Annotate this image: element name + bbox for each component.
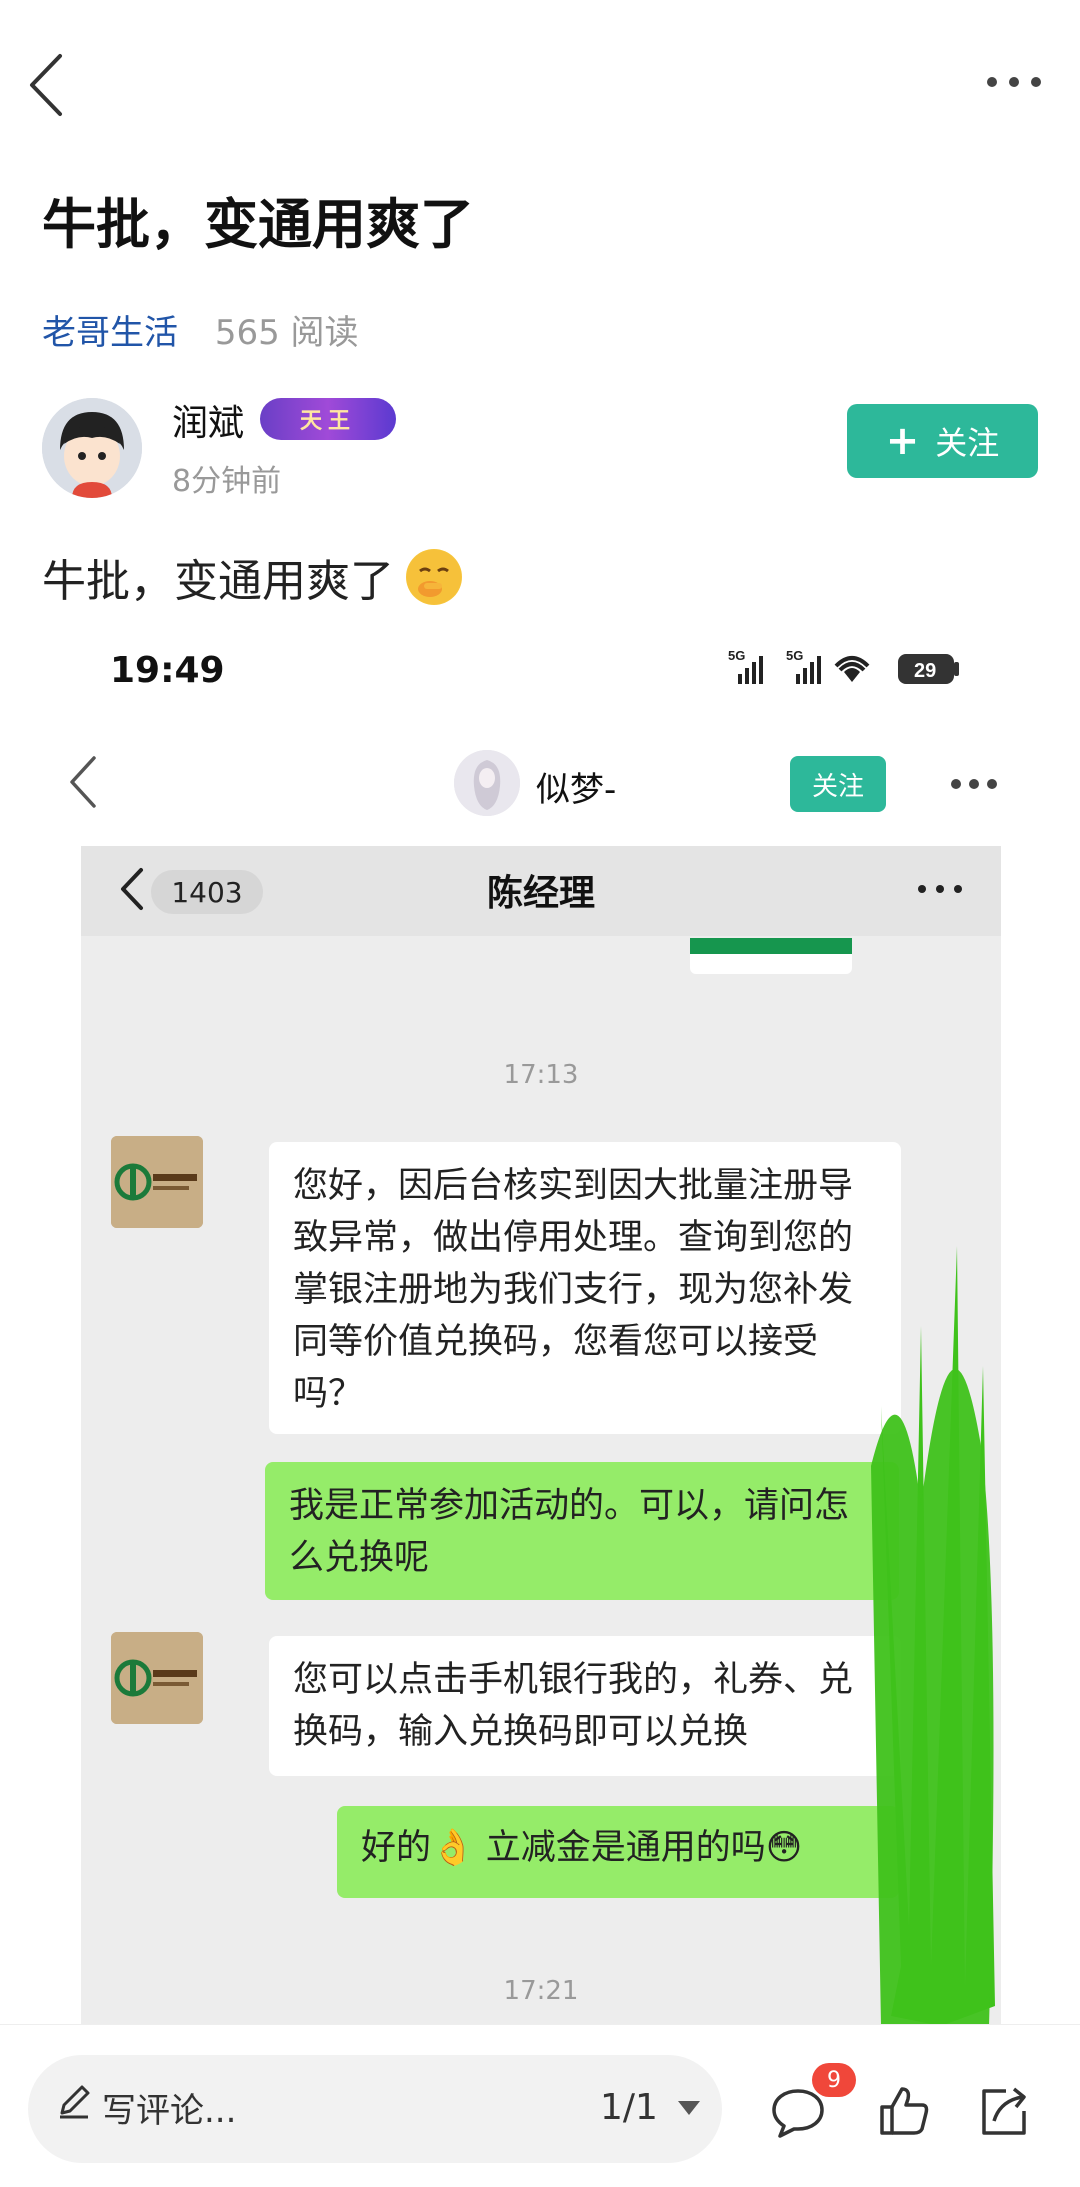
- back-icon[interactable]: [64, 752, 104, 812]
- comment-placeholder[interactable]: 写评论...: [102, 2083, 236, 2132]
- plus-icon: +: [885, 418, 920, 464]
- post-text: 牛批，变通用爽了: [42, 556, 394, 607]
- status-time: 19:49: [110, 650, 225, 691]
- bottom-bar: 写评论... 1/1 9: [0, 2024, 1080, 2187]
- source-line: 老哥生活 565 阅读: [42, 305, 359, 354]
- read-count: 565 阅读: [214, 313, 359, 353]
- message-bubble: 好的👌 立减金是通用的吗😳: [337, 1806, 899, 1898]
- thumbs-up-icon[interactable]: [876, 2083, 932, 2139]
- post-time: 8分钟前: [172, 464, 282, 499]
- svg-text:5G: 5G: [786, 648, 803, 663]
- page-title: 牛批，变通用爽了: [42, 193, 474, 256]
- author-name[interactable]: 润斌: [172, 394, 244, 446]
- level-badge: 天王: [260, 398, 396, 440]
- profile-avatar[interactable]: [454, 750, 520, 816]
- chat-more-icon: [918, 885, 962, 893]
- bank-logo-icon: [111, 1136, 203, 1228]
- channel-link[interactable]: 老哥生活: [42, 313, 178, 353]
- redaction-scribble: [871, 1246, 995, 2024]
- comment-icon[interactable]: [770, 2087, 826, 2139]
- bank-logo-icon: [111, 1632, 203, 1724]
- author-avatar[interactable]: [42, 398, 142, 498]
- more-icon[interactable]: [985, 70, 1043, 94]
- share-icon[interactable]: [976, 2083, 1032, 2139]
- comment-count-badge: 9: [812, 2063, 856, 2097]
- svg-text:5G: 5G: [728, 648, 745, 663]
- follow-label: 关注: [935, 424, 1000, 462]
- status-icons: 5G 5G 29: [728, 648, 959, 684]
- profile-follow-button[interactable]: 关注: [790, 756, 886, 812]
- post-image[interactable]: 19:49 5G 5G 29 似梦- 关注 1403 陈经理 17:13 您好，…: [42, 612, 1038, 2024]
- page-indicator[interactable]: 1/1: [600, 2087, 658, 2128]
- pen-icon: [60, 2085, 90, 2119]
- follow-button[interactable]: + 关注: [847, 404, 1038, 478]
- message-bubble: 您可以点击手机银行我的，礼券、兑换码，输入兑换码即可以兑换: [269, 1636, 901, 1776]
- message-bubble: 我是正常参加活动的。可以，请问怎么兑换呢: [265, 1462, 899, 1600]
- shared-card: [690, 938, 852, 974]
- more-icon[interactable]: [950, 775, 998, 793]
- profile-name: 似梦-: [536, 770, 617, 810]
- caret-down-icon[interactable]: [678, 2101, 700, 2115]
- back-icon[interactable]: [22, 50, 72, 120]
- chat-title: 陈经理: [486, 873, 595, 914]
- post-body: 牛批，变通用爽了: [42, 545, 462, 609]
- shh-emoji-icon: [406, 549, 462, 605]
- message-bubble: 您好，因后台核实到因大批量注册导致异常，做出停用处理。查询到您的掌银注册地为我们…: [269, 1142, 901, 1434]
- chat-timestamp: 17:13: [503, 1060, 579, 1090]
- battery-level: 29: [914, 660, 936, 682]
- chat-screenshot: 1403 陈经理 17:13 您好，因后台核实到因大批量注册导致异常，做出停用处…: [81, 846, 1001, 2024]
